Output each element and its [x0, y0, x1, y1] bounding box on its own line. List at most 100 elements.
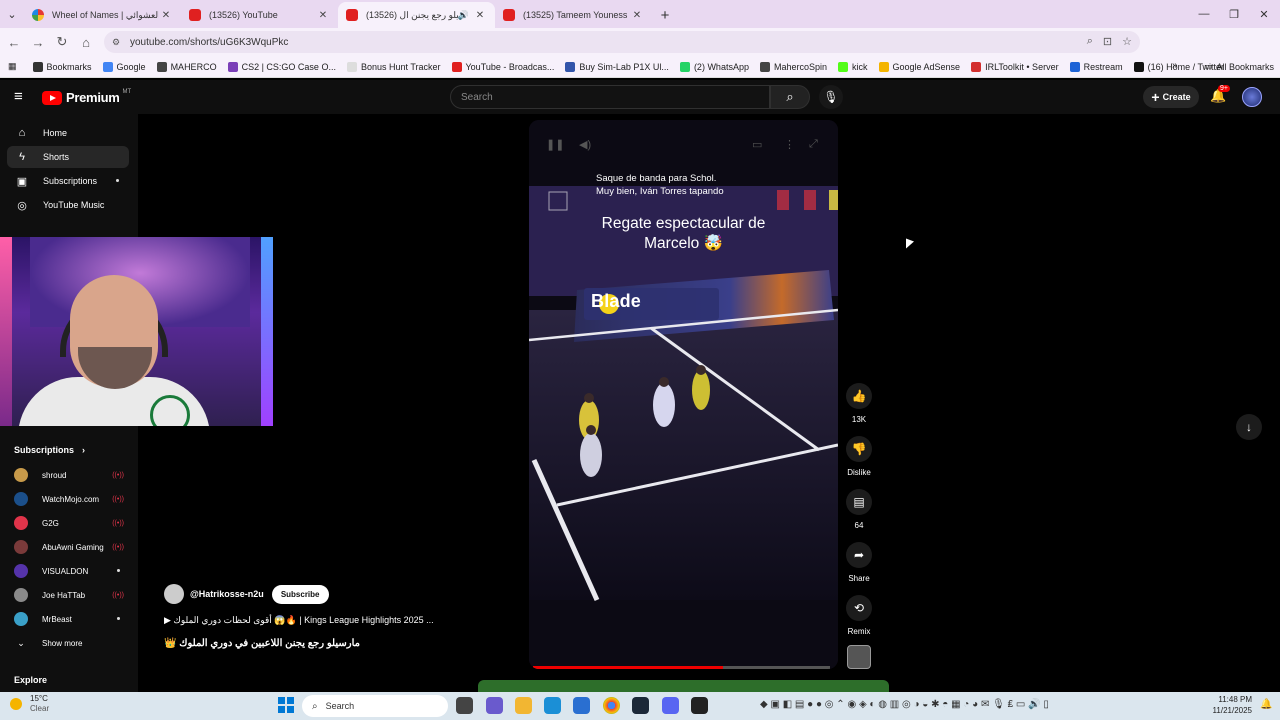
show-more-button[interactable]: ⌄ Show more: [14, 636, 128, 650]
tray-icons[interactable]: ◆ ▣ ◧ ▤ ● ● ◎ ⌃ ◉ ◈ ◐ ◍ ▥ ◎ ◑ ◒ ✱ ◓ ▦ ◔ …: [760, 699, 1049, 710]
maximize-icon[interactable]: ❐: [1218, 0, 1250, 28]
comments-button[interactable]: ▤ 64: [846, 489, 872, 530]
all-bookmarks-button[interactable]: ▭ All Bookmarks: [1204, 61, 1274, 72]
dislike-button[interactable]: 👎 Dislike: [846, 436, 872, 477]
youtube-logo[interactable]: Premium MT: [42, 89, 131, 105]
account-avatar[interactable]: [1242, 87, 1262, 107]
channel-name[interactable]: @Hatrikosse-n2u: [190, 589, 264, 599]
hamburger-menu-icon[interactable]: ≡: [14, 89, 23, 104]
bookmark-item[interactable]: (2) WhatsApp: [679, 61, 749, 72]
discord-icon[interactable]: [662, 697, 679, 714]
close-window-icon[interactable]: ✕: [1248, 0, 1280, 28]
edge-icon[interactable]: [544, 697, 561, 714]
site-info-icon[interactable]: ⚙: [112, 37, 124, 48]
short-description-line1[interactable]: ▶ أقوى لحظات دوري الملوك 😱🔥 | Kings Leag…: [164, 615, 434, 626]
obs-icon[interactable]: [691, 697, 708, 714]
new-tab-button[interactable]: +: [652, 2, 678, 28]
subscription-item[interactable]: Joe HaTTab ((•)): [14, 588, 128, 602]
bookmark-item[interactable]: Google AdSense: [878, 61, 960, 72]
forward-icon[interactable]: →: [26, 28, 50, 56]
bookmark-item[interactable]: CS2 | CS:GO Case O...: [227, 61, 336, 72]
bookmark-item[interactable]: Google: [102, 61, 146, 72]
bookmark-star-icon[interactable]: ☆: [1122, 35, 1132, 48]
shorts-video-player[interactable]: ❚❚ ◀) ▭ ⋮ ⤢ Saque de banda para Schol. M…: [529, 120, 838, 669]
bookmark-item[interactable]: YouTube - Broadcas...: [451, 61, 554, 72]
browser-tab[interactable]: مارسيلو رجع يجنن ال (13526)🔊 ✕: [338, 2, 495, 28]
create-button[interactable]: + Create: [1143, 86, 1199, 108]
search-input[interactable]: Search: [450, 85, 770, 109]
sidebar-item-home[interactable]: ⌂ Home: [7, 122, 129, 144]
chrome-icon[interactable]: [603, 697, 620, 714]
channel-avatar[interactable]: [164, 584, 184, 604]
browser-tab[interactable]: (13526) YouTube ✕: [181, 2, 338, 28]
taskbar-search[interactable]: ⌕ Search: [302, 695, 448, 717]
volume-icon[interactable]: ◀): [579, 138, 591, 151]
voice-search-button[interactable]: 🎙: [819, 85, 843, 109]
pause-icon[interactable]: ❚❚: [546, 138, 564, 151]
sidebar-item-shorts[interactable]: ϟ Shorts: [7, 146, 129, 168]
install-app-icon[interactable]: ⊡: [1103, 35, 1112, 48]
weather-widget[interactable]: 15°C Clear: [10, 694, 49, 714]
more-options-icon[interactable]: ⋮: [784, 138, 795, 151]
search-button[interactable]: ⌕: [770, 85, 810, 109]
address-bar[interactable]: ⚙ youtube.com/shorts/uG6K3WquPkc ⌕ ⊡ ☆: [104, 31, 1140, 53]
start-button[interactable]: [278, 697, 294, 713]
subscription-item[interactable]: MrBeast: [14, 612, 128, 626]
captions-icon[interactable]: ▭: [752, 138, 762, 151]
apps-grid-icon[interactable]: ▦: [8, 61, 17, 72]
tab-close-icon[interactable]: ✕: [473, 10, 487, 21]
minimize-icon[interactable]: —: [1188, 0, 1220, 28]
remix-button[interactable]: ⟲ Remix: [846, 595, 872, 636]
share-button[interactable]: ➦ Share: [846, 542, 872, 583]
short-description-line2[interactable]: 👑 مارسيلو رجع يجنن اللاعبين في دوري المل…: [164, 638, 360, 649]
bookmark-item[interactable]: MahercoSpin: [759, 61, 827, 72]
video-progress-bar[interactable]: [533, 666, 830, 669]
new-content-dot: [117, 569, 120, 572]
subscription-item[interactable]: WatchMojo.com ((•)): [14, 492, 128, 506]
system-clock[interactable]: 11:48 PM 11/21/2025: [1204, 694, 1252, 716]
file-explorer-icon[interactable]: [515, 697, 532, 714]
bookmark-item[interactable]: IRLToolkit • Server: [971, 61, 1059, 72]
copilot-icon[interactable]: [486, 697, 503, 714]
subscription-item[interactable]: VISUALDON: [14, 564, 128, 578]
tab-close-icon[interactable]: ✕: [630, 10, 644, 21]
tab-favicon-icon: [189, 9, 201, 21]
tab-audio-icon[interactable]: 🔊: [458, 10, 469, 21]
sidebar-item-subscriptions[interactable]: ▣ Subscriptions: [7, 170, 129, 192]
subscribe-button[interactable]: Subscribe: [271, 584, 329, 604]
like-button[interactable]: 👍 13K: [846, 383, 872, 424]
subscription-item[interactable]: AbuAwni Gaming ((•)): [14, 540, 128, 554]
task-view-icon[interactable]: [456, 697, 473, 714]
back-icon[interactable]: ←: [2, 28, 26, 56]
tab-close-icon[interactable]: ✕: [316, 10, 330, 21]
notifications-button[interactable]: 🔔 9+: [1210, 85, 1230, 104]
bookmark-favicon-icon: [759, 61, 770, 72]
more-bookmarks-icon[interactable]: »: [1172, 60, 1178, 71]
subscriptions-heading[interactable]: Subscriptions ›: [14, 445, 85, 455]
bookmark-item[interactable]: Buy Sim-Lab P1X Ul...: [565, 61, 669, 72]
next-short-button[interactable]: ↓: [1236, 414, 1262, 440]
store-icon[interactable]: [573, 697, 590, 714]
home-button-icon[interactable]: ⌂: [74, 28, 98, 56]
fullscreen-icon[interactable]: ⤢: [809, 138, 818, 151]
reload-icon[interactable]: ↻: [50, 28, 74, 56]
browser-tab[interactable]: (13525) Tameem Youness - trac✕: [495, 2, 652, 28]
subscription-item[interactable]: shroud ((•)): [14, 468, 128, 482]
bookmark-item[interactable]: Restream: [1069, 61, 1123, 72]
subscription-item[interactable]: G2G ((•)): [14, 516, 128, 530]
channel-info: @Hatrikosse-n2u Subscribe: [164, 584, 329, 604]
sidebar-item-youtube-music[interactable]: ◎ YouTube Music: [7, 194, 129, 216]
tab-search-icon[interactable]: ⌄: [0, 0, 24, 28]
bookmark-item[interactable]: Bonus Hunt Tracker: [346, 61, 441, 72]
live-icon: ((•)): [112, 543, 124, 551]
zoom-icon[interactable]: ⌕: [1087, 35, 1093, 48]
bookmark-item[interactable]: Bookmarks: [32, 61, 92, 72]
bookmark-item[interactable]: kick: [838, 61, 868, 72]
bookmark-item[interactable]: MAHERCO: [156, 61, 217, 72]
sound-thumbnail[interactable]: [847, 645, 871, 669]
subscriptions-heading-label: Subscriptions: [14, 445, 75, 455]
steam-icon[interactable]: [632, 697, 649, 714]
browser-tab[interactable]: Wheel of Names | سم العشوائي✕: [24, 2, 181, 28]
notification-center-icon[interactable]: 🔔: [1260, 699, 1272, 710]
tab-close-icon[interactable]: ✕: [159, 10, 173, 21]
